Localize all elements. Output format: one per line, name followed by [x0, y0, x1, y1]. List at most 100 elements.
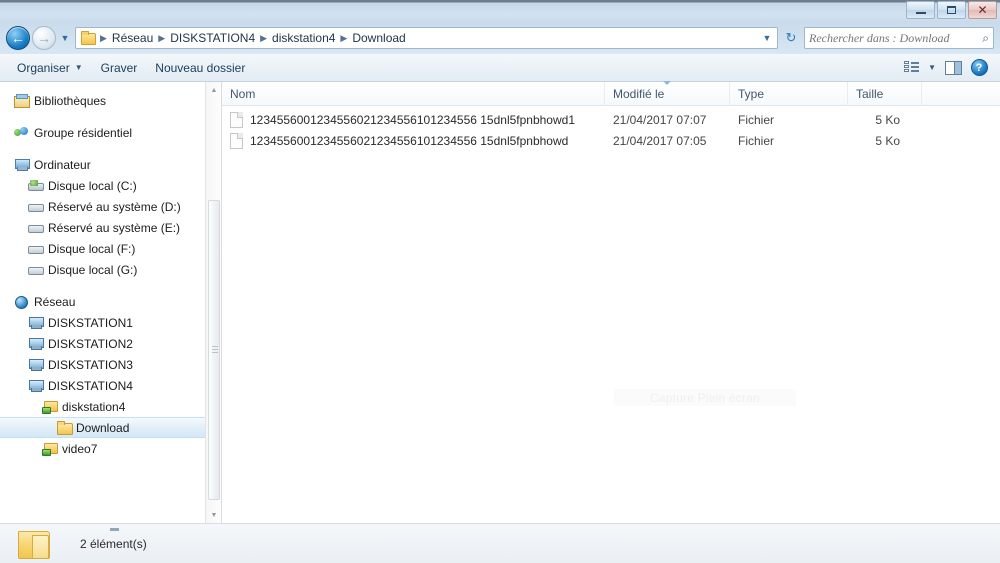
homegroup-icon: [14, 126, 29, 139]
sidebar-item-biblioth-ques[interactable]: Bibliothèques: [0, 90, 221, 111]
breadcrumb-separator: ▶: [100, 32, 107, 43]
scroll-down-icon[interactable]: ▼: [206, 507, 221, 523]
sidebar-item-diskstation3[interactable]: DISKSTATION3: [0, 354, 221, 375]
navigation-tree: Bibliothèques Groupe résidentiel Ordinateu…: [0, 82, 221, 459]
nav-icon-wrap: [14, 94, 34, 108]
burn-button[interactable]: Graver: [92, 57, 147, 79]
sidebar-item-disque-local-g[interactable]: Disque local (G:): [0, 259, 221, 280]
file-list-pane: Nom Modifié le Type Taille 1234556001234…: [222, 80, 1000, 523]
cell-date: 21/04/2017 07:07: [613, 112, 707, 127]
sidebar-item-download[interactable]: Download: [0, 417, 221, 438]
file-rows: 1234556001234556021234556101234556 15dnl…: [222, 106, 1000, 523]
column-header-filler: [922, 82, 1000, 106]
nav-icon-wrap: [28, 358, 48, 371]
column-header-size[interactable]: Taille: [848, 81, 922, 106]
sidebar-item-diskstation4[interactable]: DISKSTATION4: [0, 375, 221, 396]
file-name-label: 1234556001234556021234556101234556 15dnl…: [250, 112, 575, 127]
sidebar-item-ordinateur[interactable]: Ordinateur: [0, 154, 221, 175]
search-input[interactable]: [809, 30, 981, 46]
explorer-window: ✕ ← → ▼ ▶ Réseau ▶ DISKSTATION4 ▶ diskst…: [0, 0, 1000, 563]
breadcrumb-item-download[interactable]: Download: [349, 29, 408, 47]
breadcrumb-bar[interactable]: ▶ Réseau ▶ DISKSTATION4 ▶ diskstation4 ▶…: [75, 27, 778, 49]
cell-size: 5 Ko: [875, 112, 900, 127]
breadcrumb-item-diskstation4[interactable]: DISKSTATION4: [167, 29, 258, 47]
sidebar-item-label: Bibliothèques: [34, 93, 107, 108]
maximize-button[interactable]: [937, 1, 966, 19]
chevron-down-icon[interactable]: ▼: [759, 33, 775, 43]
breadcrumb-separator: ▶: [158, 32, 166, 43]
status-bar: 2 élément(s): [0, 523, 1000, 563]
drive-icon: [28, 201, 44, 213]
back-button[interactable]: ←: [6, 26, 30, 50]
preview-pane-button[interactable]: [940, 57, 966, 79]
network-icon: [14, 295, 29, 309]
column-header-date[interactable]: Modifié le: [605, 80, 730, 106]
nav-icon-wrap: [28, 316, 48, 329]
screen-capture-watermark: Capture Plein écran: [614, 389, 796, 406]
sidebar-item-diskstation2[interactable]: DISKSTATION2: [0, 333, 221, 354]
library-icon: [14, 94, 30, 108]
recent-locations-icon[interactable]: ▼: [58, 33, 72, 43]
sidebar-scrollbar[interactable]: ▲ ▼: [205, 82, 221, 523]
nav-icon-wrap: [14, 126, 34, 139]
column-header-date-label: Modifié le: [613, 86, 665, 101]
explorer-body: Bibliothèques Groupe résidentiel Ordinateu…: [0, 80, 1000, 523]
nav-icon-wrap: [42, 400, 62, 414]
refresh-icon[interactable]: ↻: [781, 30, 801, 46]
folder-icon: [80, 31, 96, 45]
sidebar-item-label: DISKSTATION1: [48, 315, 133, 330]
column-header-type[interactable]: Type: [730, 81, 848, 106]
nav-icon-wrap: [42, 442, 62, 456]
sidebar-item-label: Réservé au système (E:): [48, 220, 181, 235]
column-header-size-label: Taille: [856, 86, 884, 101]
breadcrumb: ▶ Réseau ▶ DISKSTATION4 ▶ diskstation4 ▶…: [98, 29, 759, 47]
navigation-pane: Bibliothèques Groupe résidentiel Ordinateu…: [0, 82, 222, 523]
sidebar-item-label: Réservé au système (D:): [48, 199, 181, 214]
sidebar-item-label: Ordinateur: [34, 157, 91, 172]
sidebar-item-diskstation1[interactable]: DISKSTATION1: [0, 312, 221, 333]
table-row[interactable]: 1234556001234556021234556101234556 15dnl…: [222, 130, 1000, 151]
help-button[interactable]: ?: [966, 57, 992, 79]
nav-icon-wrap: [28, 222, 48, 234]
scroll-up-icon[interactable]: ▲: [206, 82, 221, 98]
sidebar-item-groupe-r-sidentiel[interactable]: Groupe résidentiel: [0, 122, 221, 143]
forward-button[interactable]: →: [32, 26, 56, 50]
computer-icon: [14, 158, 30, 171]
breadcrumb-item-reseau[interactable]: Réseau: [109, 29, 156, 47]
address-bar: ← → ▼ ▶ Réseau ▶ DISKSTATION4 ▶ diskstat…: [0, 22, 1000, 54]
file-name-label: 1234556001234556021234556101234556 15dnl…: [250, 133, 569, 148]
command-toolbar: Organiser ▼ Graver Nouveau dossier ▼ ?: [0, 54, 1000, 82]
drive-icon: [28, 243, 44, 255]
server-icon: [28, 358, 44, 371]
column-header-name[interactable]: Nom: [222, 81, 605, 106]
table-row[interactable]: 1234556001234556021234556101234556 15dnl…: [222, 109, 1000, 130]
sidebar-item-r-serv-au-syst-me-d[interactable]: Réservé au système (D:): [0, 196, 221, 217]
new-folder-button[interactable]: Nouveau dossier: [146, 57, 254, 79]
nav-icon-wrap: [14, 295, 34, 309]
close-button[interactable]: ✕: [968, 1, 997, 19]
share-icon: [42, 400, 58, 414]
nav-icon-wrap: [28, 179, 48, 192]
sidebar-item-label: DISKSTATION4: [48, 378, 133, 393]
sidebar-item-label: diskstation4: [62, 399, 126, 414]
cell-name: 1234556001234556021234556101234556 15dnl…: [222, 109, 605, 130]
file-icon: [230, 132, 243, 149]
column-header-type-label: Type: [738, 86, 765, 101]
share-icon: [42, 442, 58, 456]
sidebar-item-diskstation4[interactable]: diskstation4: [0, 396, 221, 417]
search-box[interactable]: ⌕: [804, 27, 994, 49]
breadcrumb-item-share[interactable]: diskstation4: [269, 29, 338, 47]
sidebar-item-video7[interactable]: video7: [0, 438, 221, 459]
breadcrumb-separator: ▶: [340, 32, 348, 43]
cell-name: 1234556001234556021234556101234556 15dnl…: [222, 130, 605, 151]
scrollbar-thumb[interactable]: [208, 200, 220, 500]
sidebar-item-r-serv-au-syst-me-e[interactable]: Réservé au système (E:): [0, 217, 221, 238]
sidebar-item-disque-local-c[interactable]: Disque local (C:): [0, 175, 221, 196]
sidebar-item-r-seau[interactable]: Réseau: [0, 291, 221, 312]
view-dropdown-button[interactable]: ▼: [924, 59, 940, 76]
window-controls: ✕: [904, 1, 997, 19]
change-view-button[interactable]: [898, 57, 924, 79]
sidebar-item-disque-local-f[interactable]: Disque local (F:): [0, 238, 221, 259]
organize-button[interactable]: Organiser ▼: [8, 57, 92, 79]
minimize-button[interactable]: [906, 1, 935, 19]
